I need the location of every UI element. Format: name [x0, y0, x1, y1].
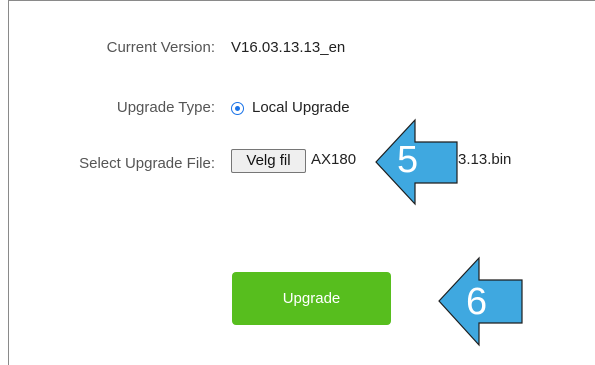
current-version-label: Current Version:	[106, 39, 215, 56]
select-upgrade-file-label: Select Upgrade File:	[79, 155, 215, 172]
annotation-number-5: 5	[397, 139, 419, 181]
current-version-value: V16.03.13.13_en	[231, 39, 346, 56]
upgrade-button[interactable]: Upgrade	[232, 272, 391, 325]
local-upgrade-radio[interactable]	[231, 102, 244, 115]
panel-border-top	[8, 0, 595, 1]
choose-file-button[interactable]: Velg fil	[231, 149, 306, 173]
file-name-start: AX180	[311, 151, 357, 168]
local-upgrade-label[interactable]: Local Upgrade	[252, 99, 350, 116]
file-name-end: 3.13.bin	[458, 151, 512, 168]
upgrade-type-label: Upgrade Type:	[116, 99, 215, 116]
radio-selected-dot	[234, 105, 240, 111]
annotation-number-6: 6	[466, 281, 488, 323]
panel-border-left	[8, 0, 9, 365]
